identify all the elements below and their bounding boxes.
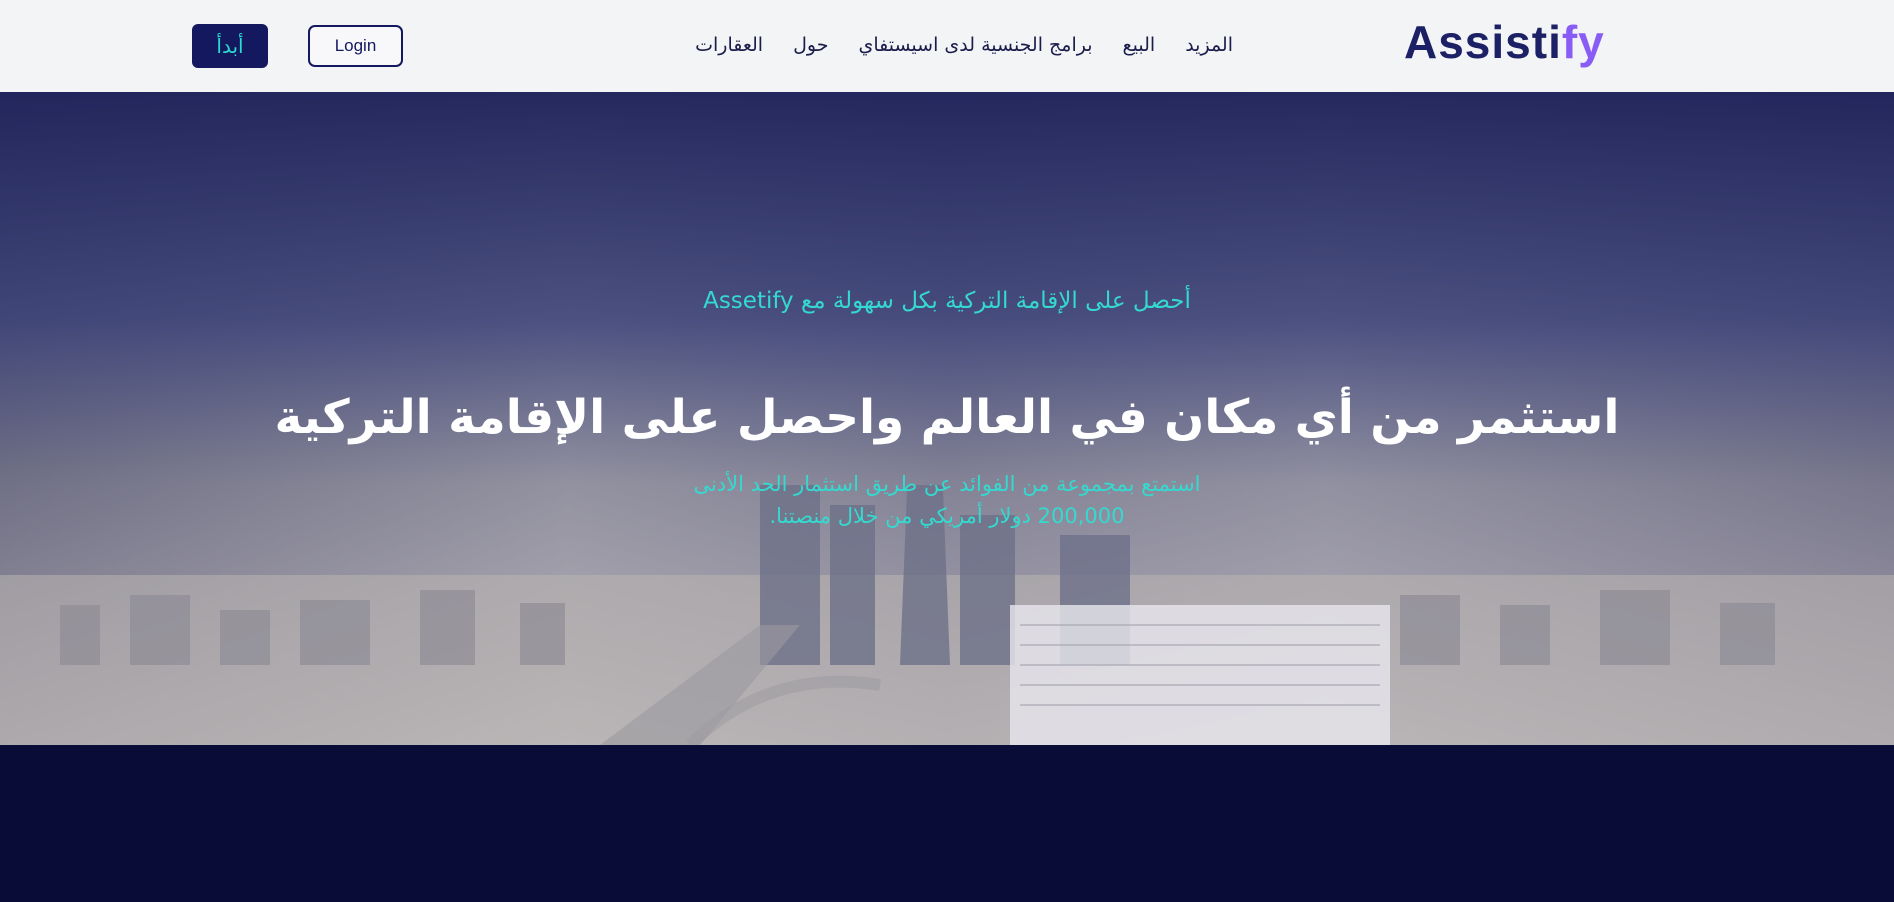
next-section: [0, 745, 1894, 902]
login-button[interactable]: Login: [308, 25, 403, 67]
nav-item-about[interactable]: حول: [793, 34, 828, 56]
hero-description: استمتع بمجموعة من الفوائد عن طريق استثما…: [600, 468, 1294, 532]
start-button[interactable]: أبدأ: [192, 24, 268, 68]
nav-item-properties[interactable]: العقارات: [695, 34, 763, 56]
assistify-logo[interactable]: Assistify: [1404, 14, 1605, 70]
main-nav: المزيد البيع برامج الجنسية لدى اسيستفاي …: [695, 34, 1233, 56]
top-navbar: أبدأ Login المزيد البيع برامج الجنسية لد…: [0, 0, 1894, 92]
hero-description-line-1: استمتع بمجموعة من الفوائد عن طريق استثما…: [693, 472, 1201, 496]
nav-item-citizenship-programs[interactable]: برامج الجنسية لدى اسيستفاي: [858, 34, 1092, 56]
hero-title: استثمر من أي مكان في العالم واحصل على ال…: [274, 390, 1620, 445]
hero-description-line-2: 200,000 دولار أمريكي من خلال منصتنا.: [769, 504, 1125, 528]
hero-section: Assetify أحصل على الإقامة التركية بكل سه…: [0, 92, 1894, 745]
hero-subtitle: Assetify أحصل على الإقامة التركية بكل سه…: [703, 288, 1191, 314]
nav-item-more[interactable]: المزيد: [1185, 34, 1233, 56]
nav-item-sell[interactable]: البيع: [1123, 34, 1156, 56]
